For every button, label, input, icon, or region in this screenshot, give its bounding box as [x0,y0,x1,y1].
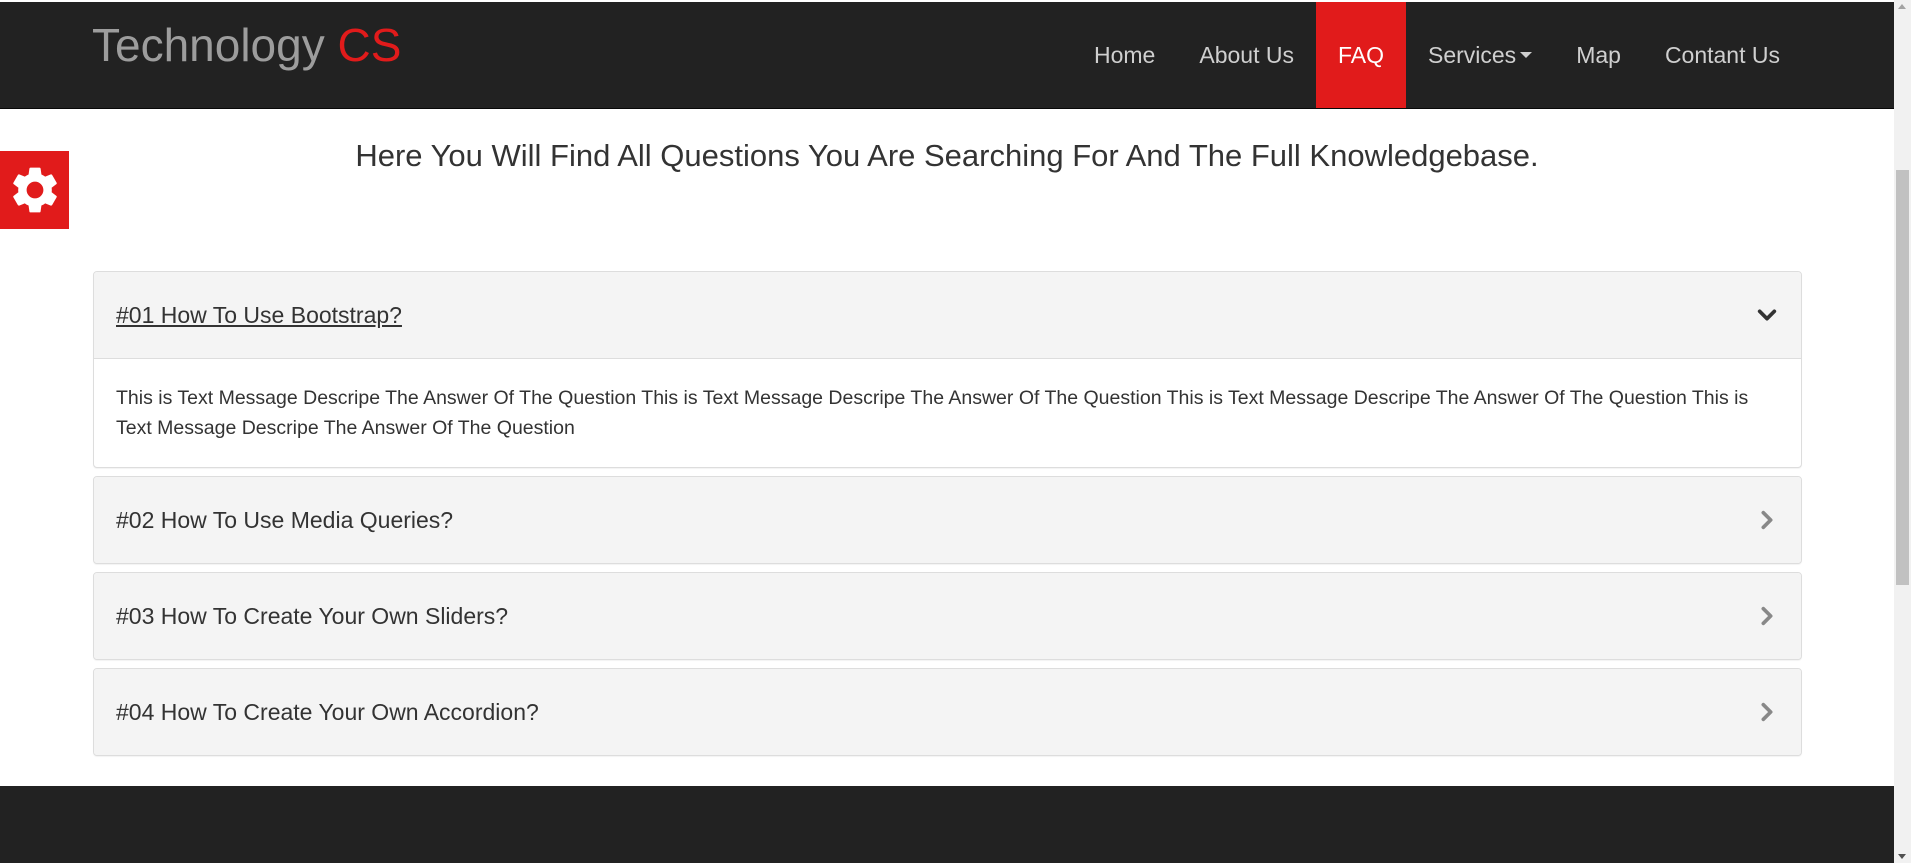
nav-item-services-label: Services [1427,41,1517,68]
page: Technology CS Home About Us FAQ Services… [0,0,1894,863]
nav-menu: Home About Us FAQ Services Map Contant U… [1072,2,1894,108]
nav-item-map[interactable]: Map [1554,2,1643,108]
nav-item-faq[interactable]: FAQ [1315,2,1406,108]
faq-question-1[interactable]: #01 How To Use Bootstrap? [116,302,402,329]
nav-item-contact-us[interactable]: Contant Us [1643,2,1802,108]
page-heading: Here You Will Find All Questions You Are… [355,138,1539,173]
faq-panel-heading-2[interactable]: #02 How To Use Media Queries? [94,477,1801,563]
gear-icon [12,167,57,213]
faq-panel-heading-3[interactable]: #03 How To Create Your Own Sliders? [94,573,1801,659]
nav-item-home[interactable]: Home [1072,2,1177,108]
caret-down-icon [1520,52,1533,58]
faq-panel-4: #04 How To Create Your Own Accordion? [93,668,1802,756]
nav-item-about-us[interactable]: About Us [1177,2,1316,108]
brand-accent: CS [337,19,402,71]
scroll-down-icon[interactable] [1898,854,1906,859]
faq-panel-heading-1[interactable]: #01 How To Use Bootstrap? [94,272,1801,359]
chevron-down-icon[interactable] [1755,303,1779,327]
settings-button[interactable] [0,151,69,229]
chevron-right-icon[interactable] [1755,508,1779,532]
scrollbar-thumb[interactable] [1896,170,1909,585]
faq-panel-3: #03 How To Create Your Own Sliders? [93,572,1802,660]
footer [0,786,1894,863]
faq-accordion: #01 How To Use Bootstrap? This is Text M… [93,271,1802,764]
brand-name: Technology [92,19,325,71]
faq-question-4[interactable]: #04 How To Create Your Own Accordion? [116,699,539,726]
chevron-right-icon[interactable] [1755,604,1779,628]
faq-panel-heading-4[interactable]: #04 How To Create Your Own Accordion? [94,669,1801,755]
faq-answer-1: This is Text Message Descripe The Answer… [116,387,1749,439]
nav-item-services[interactable]: Services [1406,2,1554,108]
faq-panel-2: #02 How To Use Media Queries? [93,476,1802,564]
brand-logo[interactable]: Technology CS [92,18,401,72]
faq-panel-1: #01 How To Use Bootstrap? This is Text M… [93,271,1802,468]
faq-question-3[interactable]: #03 How To Create Your Own Sliders? [116,603,508,630]
chevron-right-icon[interactable] [1755,700,1779,724]
page-scrollbar[interactable] [1894,0,1911,863]
scroll-up-icon[interactable] [1898,4,1906,9]
navbar: Technology CS Home About Us FAQ Services… [0,2,1894,109]
faq-question-2[interactable]: #02 How To Use Media Queries? [116,507,453,534]
